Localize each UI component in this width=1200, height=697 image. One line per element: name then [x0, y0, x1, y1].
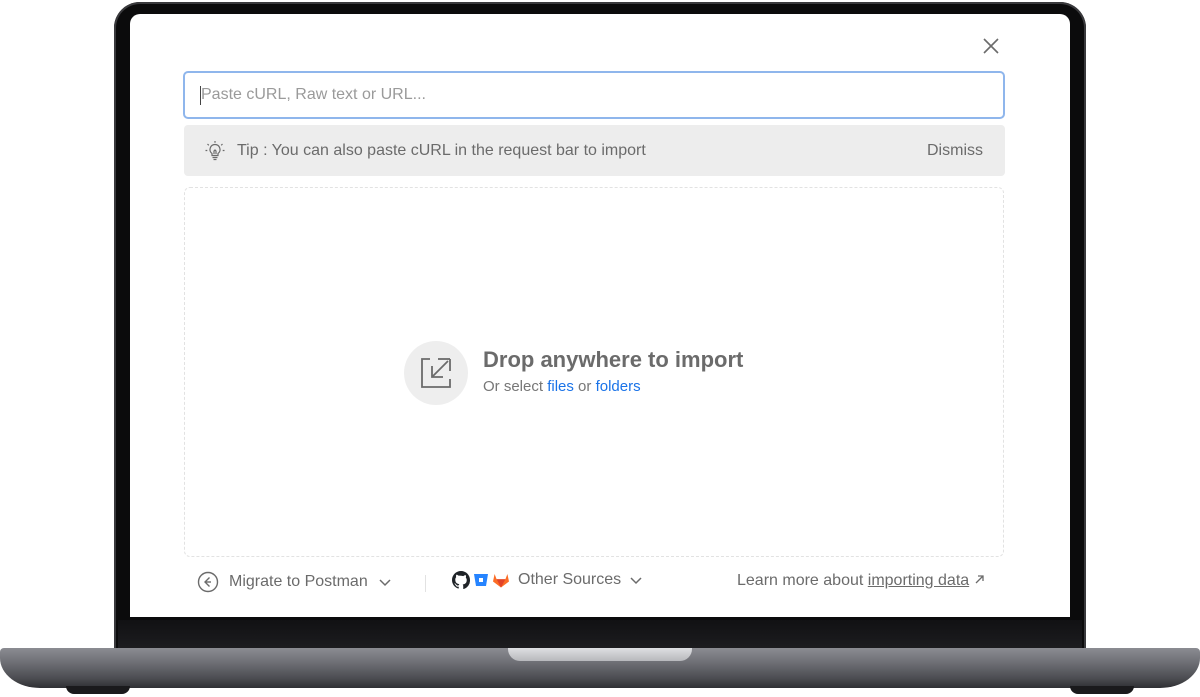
close-button[interactable] [979, 34, 1003, 58]
dismiss-button[interactable]: Dismiss [927, 142, 983, 160]
migrate-icon [197, 571, 219, 593]
other-sources-label: Other Sources [518, 571, 622, 588]
drop-title: Drop anywhere to import [483, 347, 744, 372]
other-sources-dropdown[interactable]: Other Sources [452, 571, 643, 589]
chevron-down-icon [630, 577, 642, 585]
source-icons [452, 571, 510, 589]
select-folders-link[interactable]: folders [596, 378, 641, 395]
import-modal: Tip : You can also paste cURL in the req… [130, 14, 1070, 617]
learn-more-prefix: Learn more about [737, 572, 864, 589]
footer-divider [425, 575, 426, 592]
laptop-notch [508, 648, 692, 661]
drop-sub-prefix: Or select [483, 378, 544, 395]
tip-text: Tip : You can also paste cURL in the req… [237, 141, 646, 159]
importing-data-link[interactable]: importing data [868, 572, 969, 589]
drop-sub-or: or [578, 378, 592, 395]
migrate-dropdown[interactable]: Migrate to Postman [197, 571, 392, 593]
learn-more: Learn more about importing data [737, 572, 985, 590]
external-arrow-icon[interactable] [974, 574, 985, 585]
chevron-down-icon [379, 579, 391, 587]
migrate-label: Migrate to Postman [229, 573, 368, 590]
select-files-link[interactable]: files [547, 378, 574, 395]
import-url-input[interactable] [183, 71, 1005, 119]
laptop-foot-left [66, 686, 130, 694]
laptop-bezel [118, 620, 1082, 650]
gitlab-icon [493, 574, 509, 588]
close-icon [983, 38, 999, 54]
drop-subtitle: Or select files or folders [483, 378, 641, 395]
import-footer: Migrate to Postman Other Sources Learn m… [130, 566, 1070, 598]
tip-banner: Tip : You can also paste cURL in the req… [184, 125, 1005, 176]
text-caret [200, 86, 201, 105]
import-arrow-icon [404, 341, 468, 405]
bitbucket-icon [474, 574, 488, 586]
lightbulb-icon [204, 140, 226, 162]
github-icon [452, 571, 470, 589]
laptop-foot-right [1070, 686, 1134, 694]
